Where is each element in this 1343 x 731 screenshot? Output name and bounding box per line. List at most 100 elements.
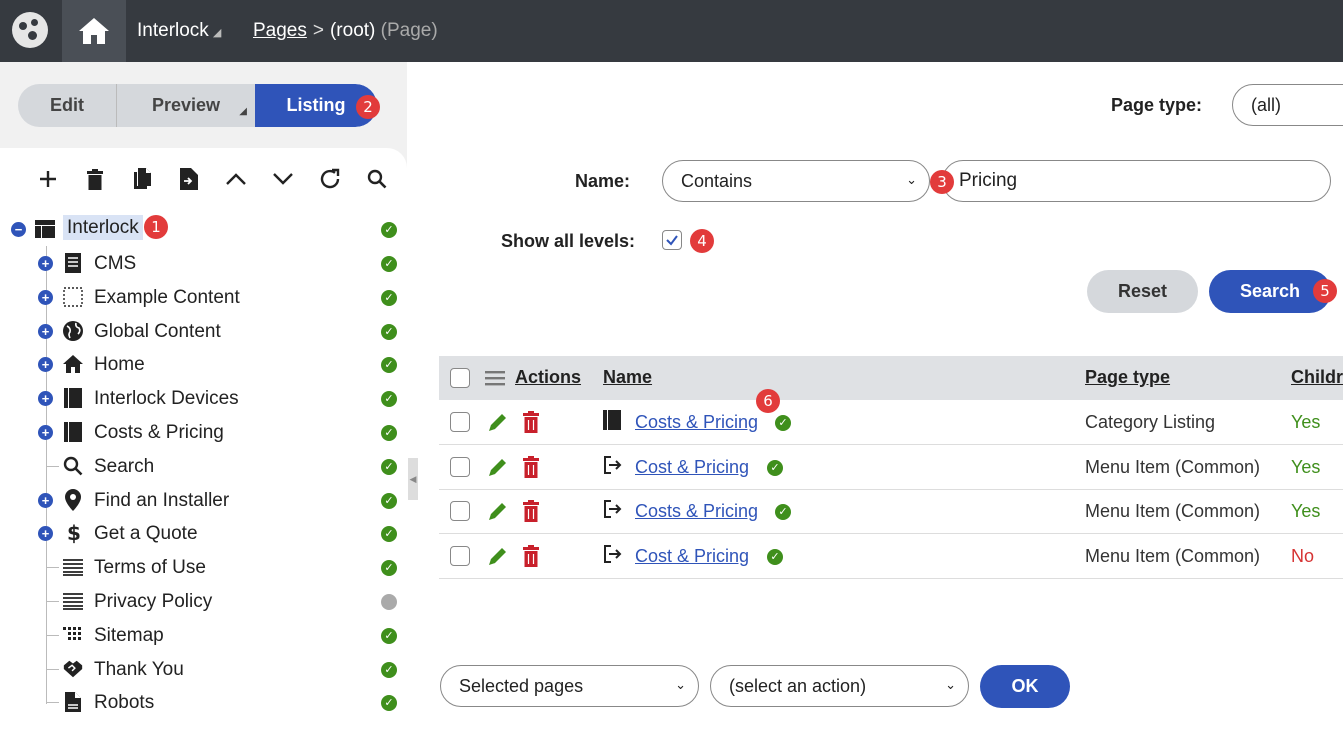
page-name-link[interactable]: Costs & Pricing	[635, 501, 758, 522]
sign-out-icon	[603, 499, 623, 524]
tree-node-label: Terms of Use	[94, 557, 206, 579]
page-type-select[interactable]: (all)	[1232, 84, 1343, 126]
bulk-action-value: (select an action)	[729, 675, 867, 696]
page-type-cell: Menu Item (Common)	[1085, 501, 1261, 521]
collapse-icon[interactable]: −	[11, 222, 26, 237]
tree-node[interactable]: + CMS ✓	[0, 247, 407, 279]
published-status-icon: ✓	[767, 459, 783, 476]
expand-icon[interactable]: +	[38, 425, 53, 440]
handshake-icon	[62, 658, 84, 680]
tree-node[interactable]: + Example Content ✓	[0, 281, 407, 313]
children-cell: Yes	[1291, 501, 1321, 521]
site-switcher[interactable]: Interlock ◢	[137, 20, 221, 42]
bulk-action-select[interactable]: (select an action) ⌄	[710, 665, 969, 707]
page-name-link[interactable]: Costs & Pricing	[635, 412, 758, 433]
page-type-label: Page type:	[1111, 95, 1203, 115]
page-name-link[interactable]: Cost & Pricing	[635, 457, 749, 478]
book-icon	[62, 387, 84, 409]
map-pin-icon	[62, 488, 84, 511]
pencil-icon[interactable]	[487, 411, 509, 438]
tab-preview[interactable]: Preview ◢	[117, 84, 255, 127]
published-status-icon: ✓	[381, 560, 397, 577]
pencil-icon[interactable]	[487, 456, 509, 483]
step-badge-3: 3	[930, 170, 954, 194]
tree-node-root[interactable]: − Interlock ✓	[0, 213, 407, 245]
published-status-icon: ✓	[381, 391, 397, 408]
tree-node[interactable]: Sitemap ✓	[0, 619, 407, 651]
app-logo-icon[interactable]	[12, 12, 48, 48]
row-checkbox[interactable]	[450, 545, 470, 566]
trash-icon[interactable]	[522, 544, 540, 572]
chevron-down-icon[interactable]	[259, 166, 306, 192]
expand-icon[interactable]: +	[38, 526, 53, 542]
tree-branch-line	[47, 601, 59, 602]
refresh-icon[interactable]	[306, 166, 353, 192]
page-tree-panel: − Interlock ✓ + CMS ✓ + Example Content ✓ + Glo…	[0, 148, 407, 731]
step-badge-5: 5	[1313, 279, 1337, 303]
site-name: Interlock	[137, 20, 209, 41]
name-operator-select[interactable]: Contains ⌄	[662, 160, 930, 202]
tree-node[interactable]: + Interlock Devices ✓	[0, 382, 407, 414]
book-icon	[603, 410, 621, 435]
tree-node-label: Search	[94, 455, 155, 477]
collapse-panel-icon[interactable]: ◀	[408, 458, 418, 500]
tree-node-label: CMS	[94, 253, 137, 274]
pencil-icon[interactable]	[487, 545, 509, 572]
row-checkbox[interactable]	[450, 412, 470, 432]
published-status-icon: ✓	[381, 526, 397, 543]
name-search-input[interactable]: Pricing	[942, 160, 1331, 202]
tree-node[interactable]: Terms of Use ✓	[0, 551, 407, 583]
trash-icon[interactable]	[522, 455, 540, 483]
published-status-icon: ✓	[775, 504, 791, 520]
column-header-name[interactable]: Name	[603, 367, 652, 388]
tree-node[interactable]: + Global Content ✓	[0, 315, 407, 347]
copy-icon[interactable]	[118, 166, 165, 192]
expand-icon[interactable]: +	[38, 256, 53, 271]
ok-button[interactable]: OK	[980, 665, 1070, 708]
tab-edit[interactable]: Edit	[18, 84, 117, 127]
layout-icon	[34, 218, 56, 240]
tree-node-label: Interlock Devices	[94, 388, 239, 410]
chevron-up-icon[interactable]	[212, 166, 259, 192]
trash-icon[interactable]	[71, 166, 118, 192]
expand-icon[interactable]: +	[38, 391, 53, 407]
bulk-scope-select[interactable]: Selected pages ⌄	[440, 665, 699, 707]
column-header-actions[interactable]: Actions	[515, 367, 581, 388]
select-all-checkbox[interactable]	[450, 368, 470, 388]
column-header-page-type[interactable]: Page type	[1085, 367, 1170, 388]
column-header-children[interactable]: Childr	[1291, 367, 1343, 388]
panel-splitter[interactable]: ◀	[407, 62, 418, 731]
tree-node[interactable]: + Find an Installer ✓	[0, 484, 407, 516]
add-icon[interactable]	[24, 166, 71, 192]
svg-text:$: $	[67, 522, 80, 544]
expand-icon[interactable]: +	[38, 357, 53, 373]
home-button[interactable]	[62, 0, 126, 62]
tree-node[interactable]: + $ Get a Quote ✓	[0, 517, 407, 549]
tree-node[interactable]: Privacy Policy	[0, 585, 407, 617]
trash-icon[interactable]	[522, 500, 540, 527]
tree-node[interactable]: Search ✓	[0, 450, 407, 482]
tree-node[interactable]: + Home ✓	[0, 348, 407, 380]
expand-icon[interactable]: +	[38, 289, 53, 305]
breadcrumb-current: (root)	[329, 20, 376, 41]
move-icon[interactable]	[165, 166, 212, 192]
expand-icon[interactable]: +	[38, 492, 53, 508]
pencil-icon[interactable]	[487, 500, 509, 527]
chevron-down-icon: ⌄	[906, 172, 917, 187]
row-checkbox[interactable]	[450, 501, 470, 521]
published-status-icon: ✓	[381, 357, 397, 374]
tree-node[interactable]: Robots ✓	[0, 686, 407, 718]
search-icon[interactable]	[353, 166, 400, 192]
tree-node[interactable]: + Costs & Pricing ✓	[0, 416, 407, 448]
tree-node[interactable]: Thank You ✓	[0, 653, 407, 685]
tree-node-label: Robots	[94, 692, 155, 714]
reset-button[interactable]: Reset	[1087, 270, 1198, 313]
breadcrumb-pages-link[interactable]: Pages	[253, 20, 307, 41]
expand-icon[interactable]: +	[38, 323, 53, 339]
menu-icon[interactable]	[485, 370, 505, 391]
show-all-levels-checkbox[interactable]	[662, 230, 682, 250]
row-checkbox[interactable]	[450, 456, 470, 477]
published-status-icon: ✓	[381, 425, 397, 441]
page-name-link[interactable]: Cost & Pricing	[635, 546, 749, 567]
trash-icon[interactable]	[522, 411, 540, 438]
